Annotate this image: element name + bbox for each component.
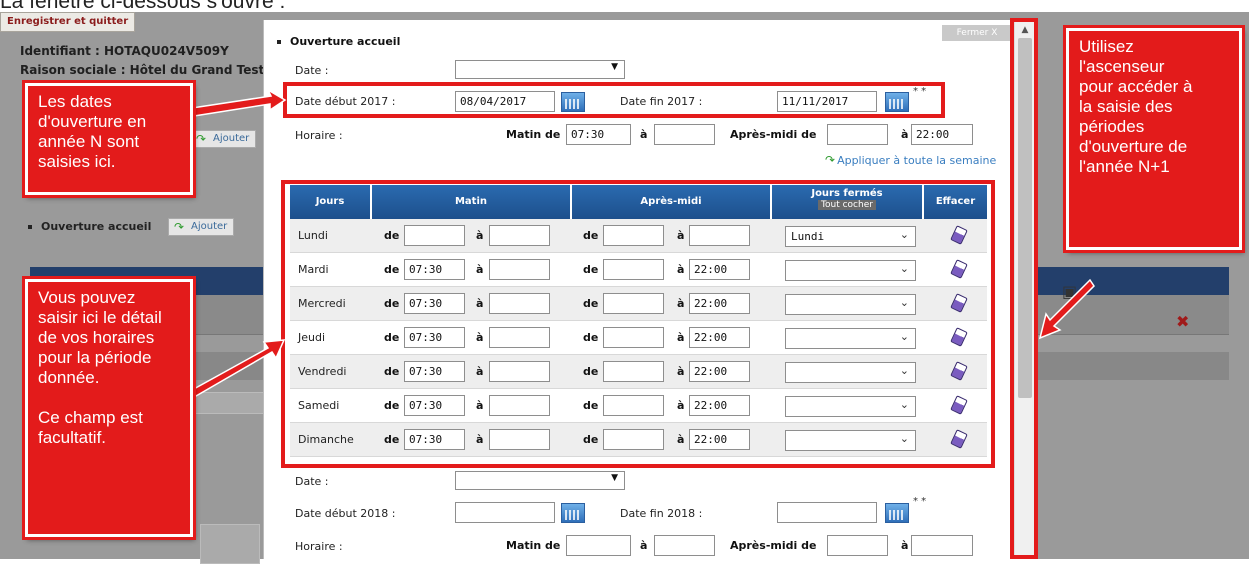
morning-end-input[interactable] (654, 124, 715, 145)
raison-sociale-label: Raison sociale : Hôtel du Grand Test (20, 63, 265, 77)
dropdown-arrow-icon: ▼ (611, 62, 618, 72)
matin-de-label: Matin de (506, 539, 561, 552)
end-date-2018-label: Date fin 2018 : (620, 507, 703, 520)
highlight-dates-box (283, 82, 945, 118)
dropdown-arrow-icon: ▼ (611, 473, 618, 483)
add-button[interactable]: ↷ Ajouter (190, 130, 257, 148)
background-field (190, 392, 270, 414)
save-and-quit-button[interactable]: Enregistrer et quitter (0, 12, 136, 32)
apres-midi-de-label: Après-midi de (730, 128, 817, 141)
a-label: à (901, 128, 909, 141)
add-arrow-icon: ↷ (174, 220, 185, 234)
identifiant-text: Identifiant : HOTAQU024V509Y (20, 44, 229, 58)
date-select[interactable]: ▼ (455, 60, 625, 79)
date-label: Date : (295, 64, 329, 77)
section-title: Ouverture accueil (277, 35, 400, 48)
horaire-label: Horaire : (295, 129, 343, 142)
add-ouverture-button[interactable]: ↷ Ajouter (168, 218, 235, 236)
afternoon-end-input[interactable]: 22:00 (911, 124, 973, 145)
required-mark: * * (913, 496, 927, 507)
morning-start-2018-input[interactable] (566, 535, 631, 556)
callout-dates: Les dates d'ouverture en année N sont sa… (22, 80, 196, 198)
a-label: à (901, 539, 909, 552)
matin-de-label: Matin de (506, 128, 561, 141)
apres-midi-de-label: Après-midi de (730, 539, 817, 552)
afternoon-start-2018-input[interactable] (827, 535, 888, 556)
calendar-icon[interactable] (885, 503, 909, 523)
a-label: à (640, 128, 648, 141)
close-button[interactable]: Fermer X (942, 25, 1012, 41)
start-date-2018-input[interactable] (455, 502, 555, 523)
apply-arrow-icon: ↷ (825, 153, 836, 167)
morning-start-input[interactable]: 07:30 (566, 124, 631, 145)
add-arrow-icon: ↷ (196, 132, 207, 146)
background-field (200, 524, 260, 564)
morning-end-2018-input[interactable] (654, 535, 715, 556)
start-date-2018-label: Date début 2018 : (295, 507, 396, 520)
end-date-2018-input[interactable] (777, 502, 877, 523)
bullet-icon (277, 40, 281, 44)
highlight-schedule-box (281, 180, 995, 468)
horaire-label: Horaire : (295, 540, 343, 553)
afternoon-start-input[interactable] (827, 124, 888, 145)
callout-scroll: Utilisez l'ascenseur pour accéder à la s… (1063, 25, 1245, 253)
edit-icon[interactable]: ▣ (1062, 282, 1077, 301)
delete-icon[interactable]: ✖ (1176, 312, 1189, 331)
afternoon-end-2018-input[interactable] (911, 535, 973, 556)
apply-whole-week-link[interactable]: ↷ Appliquer à toute la semaine (825, 153, 996, 167)
a-label: à (640, 539, 648, 552)
calendar-icon[interactable] (561, 503, 585, 523)
highlight-scrollbar-box (1010, 18, 1038, 559)
ouverture-accueil-section: Ouverture accueil (28, 220, 151, 233)
date-label: Date : (295, 475, 329, 488)
callout-horaires: Vous pouvez saisir ici le détail de vos … (22, 276, 196, 540)
identifiant-label: Identifiant : HOTAQU024V509Y (20, 44, 229, 58)
date-select[interactable]: ▼ (455, 471, 625, 490)
